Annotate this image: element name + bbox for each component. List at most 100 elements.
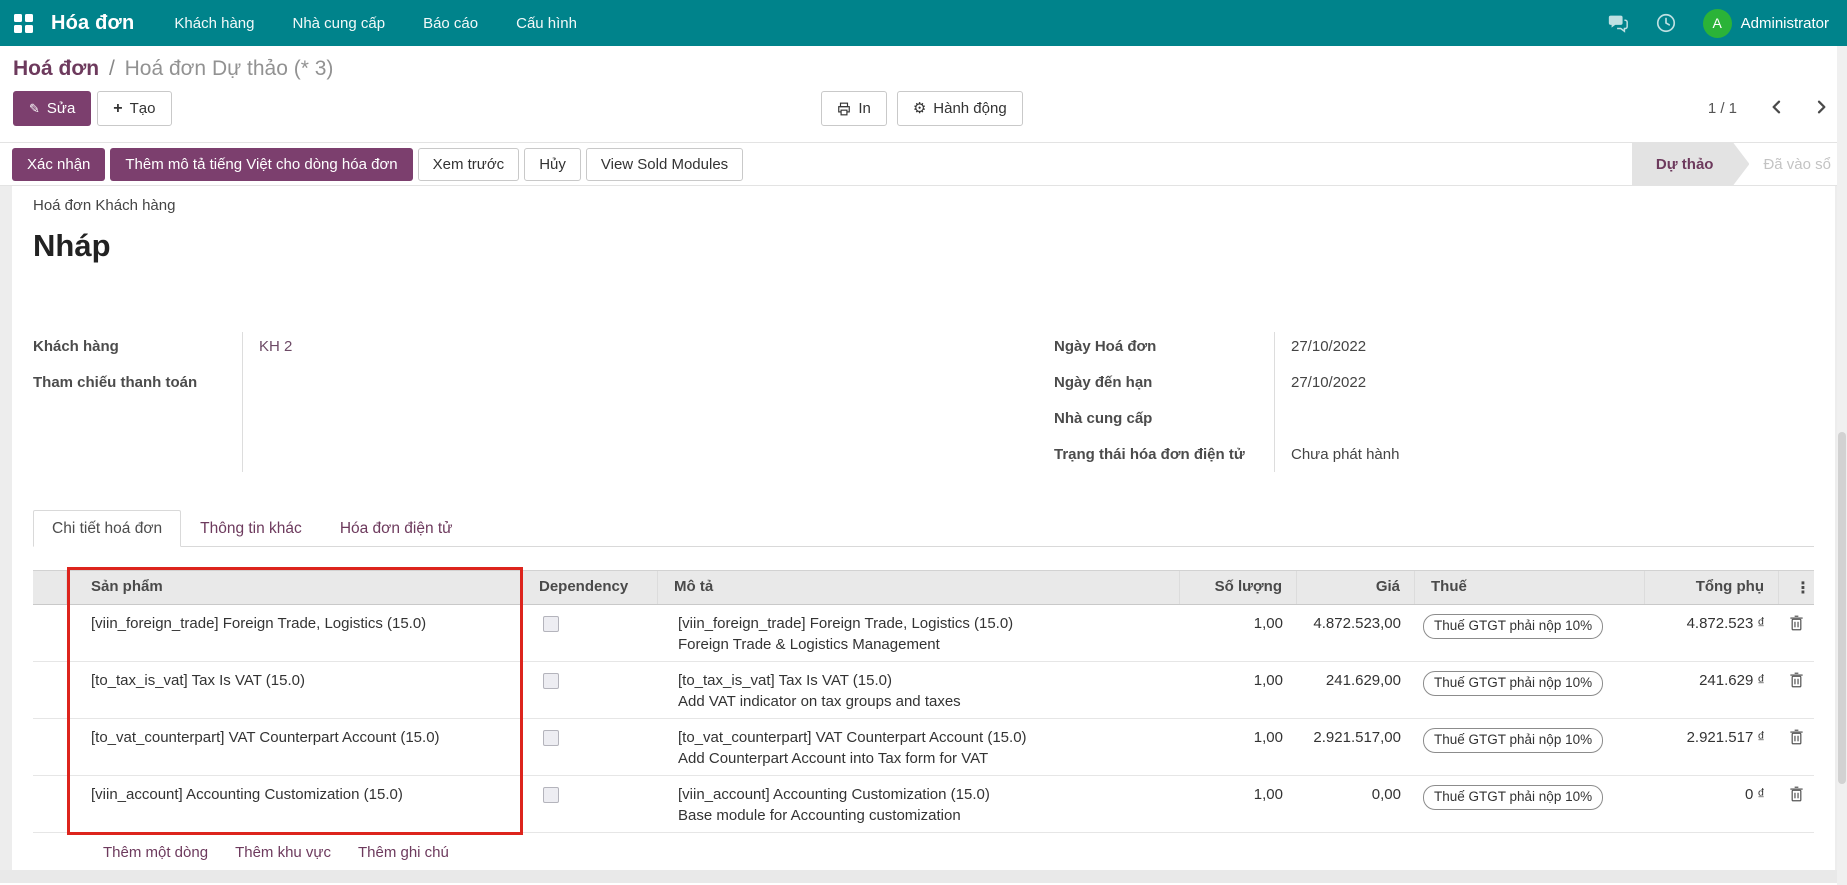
- dependency-checkbox[interactable]: [543, 673, 559, 689]
- column-header-quantity[interactable]: Số lượng: [1180, 571, 1297, 604]
- action-button[interactable]: ⚙ Hành động: [897, 91, 1023, 126]
- price-cell: 241.629,00: [1297, 662, 1415, 718]
- payment-reference-label: Tham chiếu thanh toán: [33, 366, 242, 402]
- create-button[interactable]: + Tạo: [97, 91, 171, 126]
- invoice-lines-table: Sản phẩm Dependency Mô tả Số lượng Giá T…: [33, 570, 1814, 833]
- product-cell: [viin_foreign_trade] Foreign Trade, Logi…: [67, 605, 523, 661]
- product-cell: [to_tax_is_vat] Tax Is VAT (15.0): [67, 662, 523, 718]
- pager-next-button[interactable]: [1811, 97, 1831, 120]
- next-section-divider: [0, 870, 1847, 883]
- print-button[interactable]: In: [821, 91, 887, 126]
- nav-menu-khach-hang[interactable]: Khách hàng: [174, 15, 254, 32]
- description-line1: [viin_account] Accounting Customization …: [678, 785, 1166, 805]
- dependency-cell: [523, 776, 658, 832]
- nav-menu-nha-cung-cap[interactable]: Nhà cung cấp: [292, 15, 385, 32]
- breadcrumb-current: Hoá đơn Dự thảo (* 3): [125, 57, 334, 80]
- pager-previous-button[interactable]: [1767, 97, 1787, 120]
- nav-menu: Khách hàng Nhà cung cấp Báo cáo Cấu hình: [174, 15, 577, 32]
- view-sold-modules-button[interactable]: View Sold Modules: [586, 148, 743, 181]
- tax-tag: Thuế GTGT phải nộp 10%: [1423, 614, 1603, 639]
- list-footer: Thêm một dòng Thêm khu vực Thêm ghi chú: [33, 833, 1814, 870]
- currency-symbol: ₫: [1757, 672, 1765, 689]
- field-due-date: Ngày đến hạn 27/10/2022: [1054, 366, 1754, 402]
- tab-invoice-lines[interactable]: Chi tiết hoá đơn: [33, 510, 181, 547]
- trash-icon: [1789, 615, 1804, 631]
- description-line2: Add Counterpart Account into Tax form fo…: [678, 749, 1166, 769]
- tab-other-info[interactable]: Thông tin khác: [181, 510, 321, 547]
- messages-icon[interactable]: [1607, 12, 1629, 34]
- gear-icon: ⚙: [913, 101, 926, 116]
- pencil-icon: ✎: [29, 102, 40, 115]
- status-pipeline: Dự thảo Đã vào sổ: [1632, 143, 1847, 185]
- subtotal-cell: 2.921.517₫: [1645, 719, 1779, 775]
- record-title: Nháp: [33, 228, 1814, 264]
- field-vendor: Nhà cung cấp: [1054, 402, 1754, 438]
- breadcrumb: Hoá đơn / Hoá đơn Dự thảo (* 3): [13, 56, 1831, 82]
- nav-menu-bao-cao[interactable]: Báo cáo: [423, 15, 478, 32]
- currency-symbol: ₫: [1757, 615, 1765, 632]
- add-vietnamese-description-button[interactable]: Thêm mô tả tiếng Việt cho dòng hóa đơn: [110, 148, 412, 181]
- trash-icon: [1789, 672, 1804, 688]
- delete-line-button[interactable]: [1789, 615, 1804, 634]
- state-posted[interactable]: Đã vào sổ: [1749, 143, 1847, 185]
- state-draft[interactable]: Dự thảo: [1632, 143, 1750, 185]
- confirm-button[interactable]: Xác nhận: [12, 148, 105, 181]
- tax-tag: Thuế GTGT phải nộp 10%: [1423, 728, 1603, 753]
- add-section-link[interactable]: Thêm khu vực: [235, 844, 331, 861]
- column-header-tax[interactable]: Thuế: [1415, 571, 1645, 604]
- avatar: A: [1703, 9, 1732, 38]
- customer-label: Khách hàng: [33, 330, 242, 366]
- dependency-cell: [523, 662, 658, 718]
- dependency-cell: [523, 719, 658, 775]
- dependency-cell: [523, 605, 658, 661]
- tax-cell: Thuế GTGT phải nộp 10%: [1415, 605, 1645, 661]
- price-cell: 2.921.517,00: [1297, 719, 1415, 775]
- top-navbar: Hóa đơn Khách hàng Nhà cung cấp Báo cáo …: [0, 0, 1847, 46]
- vendor-value: [1274, 402, 1754, 438]
- subtotal-cell: 4.872.523₫: [1645, 605, 1779, 661]
- table-row[interactable]: [to_tax_is_vat] Tax Is VAT (15.0) [to_ta…: [33, 662, 1814, 719]
- dependency-checkbox[interactable]: [543, 787, 559, 803]
- dependency-checkbox[interactable]: [543, 616, 559, 632]
- customer-value-link[interactable]: KH 2: [242, 330, 673, 366]
- due-date-value: 27/10/2022: [1274, 366, 1754, 402]
- dependency-checkbox[interactable]: [543, 730, 559, 746]
- table-row[interactable]: [to_vat_counterpart] VAT Counterpart Acc…: [33, 719, 1814, 776]
- breadcrumb-parent-link[interactable]: Hoá đơn: [13, 57, 99, 80]
- column-header-price[interactable]: Giá: [1297, 571, 1415, 604]
- table-header-row: Sản phẩm Dependency Mô tả Số lượng Giá T…: [33, 570, 1814, 605]
- activities-clock-icon[interactable]: [1655, 12, 1677, 34]
- tab-einvoice[interactable]: Hóa đơn điện tử: [321, 510, 472, 547]
- nav-menu-cau-hinh[interactable]: Cấu hình: [516, 15, 577, 32]
- tax-tag: Thuế GTGT phải nộp 10%: [1423, 671, 1603, 696]
- apps-menu-icon[interactable]: [14, 14, 33, 33]
- column-header-dependency[interactable]: Dependency: [523, 571, 658, 604]
- user-menu[interactable]: A Administrator: [1703, 9, 1829, 38]
- pager-count: 1 / 1: [1708, 100, 1737, 117]
- user-name: Administrator: [1741, 15, 1829, 32]
- edit-button[interactable]: ✎ Sửa: [13, 91, 91, 126]
- invoice-date-label: Ngày Hoá đơn: [1054, 330, 1274, 366]
- column-header-subtotal[interactable]: Tổng phụ: [1645, 571, 1779, 604]
- tax-cell: Thuế GTGT phải nộp 10%: [1415, 719, 1645, 775]
- pager: 1 / 1: [1708, 97, 1831, 120]
- table-row[interactable]: [viin_account] Accounting Customization …: [33, 776, 1814, 833]
- description-cell: [viin_foreign_trade] Foreign Trade, Logi…: [658, 605, 1180, 661]
- tax-cell: Thuế GTGT phải nộp 10%: [1415, 662, 1645, 718]
- scrollbar-thumb[interactable]: [1838, 432, 1846, 784]
- plus-icon: +: [113, 101, 122, 117]
- einvoice-status-label: Trạng thái hóa đơn điện tử: [1054, 438, 1274, 474]
- quantity-cell: 1,00: [1180, 605, 1297, 661]
- add-note-link[interactable]: Thêm ghi chú: [358, 844, 449, 861]
- optional-columns-kebab-icon[interactable]: ⋮: [1779, 571, 1814, 604]
- delete-line-button[interactable]: [1789, 672, 1804, 691]
- delete-line-button[interactable]: [1789, 786, 1804, 805]
- table-row[interactable]: [viin_foreign_trade] Foreign Trade, Logi…: [33, 605, 1814, 662]
- column-header-product[interactable]: Sản phẩm: [67, 571, 523, 604]
- preview-button[interactable]: Xem trước: [418, 148, 520, 181]
- add-line-link[interactable]: Thêm một dòng: [103, 844, 208, 861]
- form-sheet: Hoá đơn Khách hàng Nháp Khách hàng KH 2 …: [12, 186, 1835, 870]
- cancel-button[interactable]: Hủy: [524, 148, 581, 181]
- delete-line-button[interactable]: [1789, 729, 1804, 748]
- column-header-description[interactable]: Mô tả: [658, 571, 1180, 604]
